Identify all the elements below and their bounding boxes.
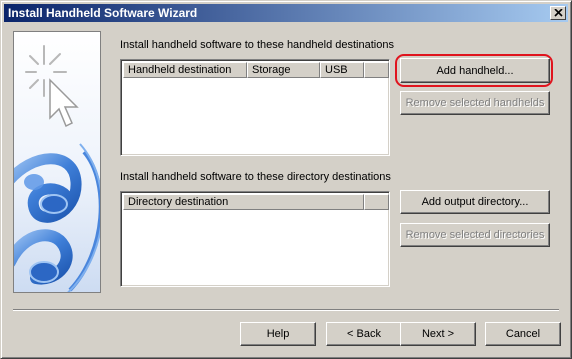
close-icon — [553, 9, 563, 17]
remove-selected-handhelds-button[interactable]: Remove selected handhelds — [400, 91, 550, 115]
handheld-destinations-label: Install handheld software to these handh… — [120, 39, 394, 51]
handheld-destinations-list[interactable]: Handheld destination Storage USB — [120, 59, 390, 156]
directory-list-header: Directory destination — [123, 194, 389, 210]
column-handheld-destination[interactable]: Handheld destination — [123, 62, 247, 78]
column-directory-destination[interactable]: Directory destination — [123, 194, 364, 210]
cancel-button[interactable]: Cancel — [485, 322, 561, 346]
next-button[interactable]: Next > — [400, 322, 476, 346]
title-bar[interactable]: Install Handheld Software Wizard — [4, 4, 568, 22]
close-button[interactable] — [550, 6, 566, 20]
add-output-directory-button[interactable]: Add output directory... — [400, 190, 550, 214]
directory-destinations-list[interactable]: Directory destination — [120, 191, 390, 287]
footer-separator — [13, 309, 559, 311]
column-storage[interactable]: Storage — [247, 62, 320, 78]
column-filler — [364, 62, 389, 78]
remove-selected-directories-button[interactable]: Remove selected directories — [400, 223, 550, 247]
column-filler — [364, 194, 389, 210]
handheld-cable-art — [14, 32, 100, 292]
back-button[interactable]: < Back — [326, 322, 402, 346]
add-handheld-button[interactable]: Add handheld... — [400, 58, 550, 83]
wizard-art-panel — [13, 31, 101, 293]
column-usb[interactable]: USB — [320, 62, 364, 78]
install-handheld-software-wizard-window: Install Handheld Software Wizard Install… — [0, 0, 572, 359]
window-title: Install Handheld Software Wizard — [8, 6, 198, 20]
help-button[interactable]: Help — [240, 322, 316, 346]
handheld-list-header: Handheld destination Storage USB — [123, 62, 389, 78]
directory-destinations-label: Install handheld software to these direc… — [120, 171, 391, 183]
